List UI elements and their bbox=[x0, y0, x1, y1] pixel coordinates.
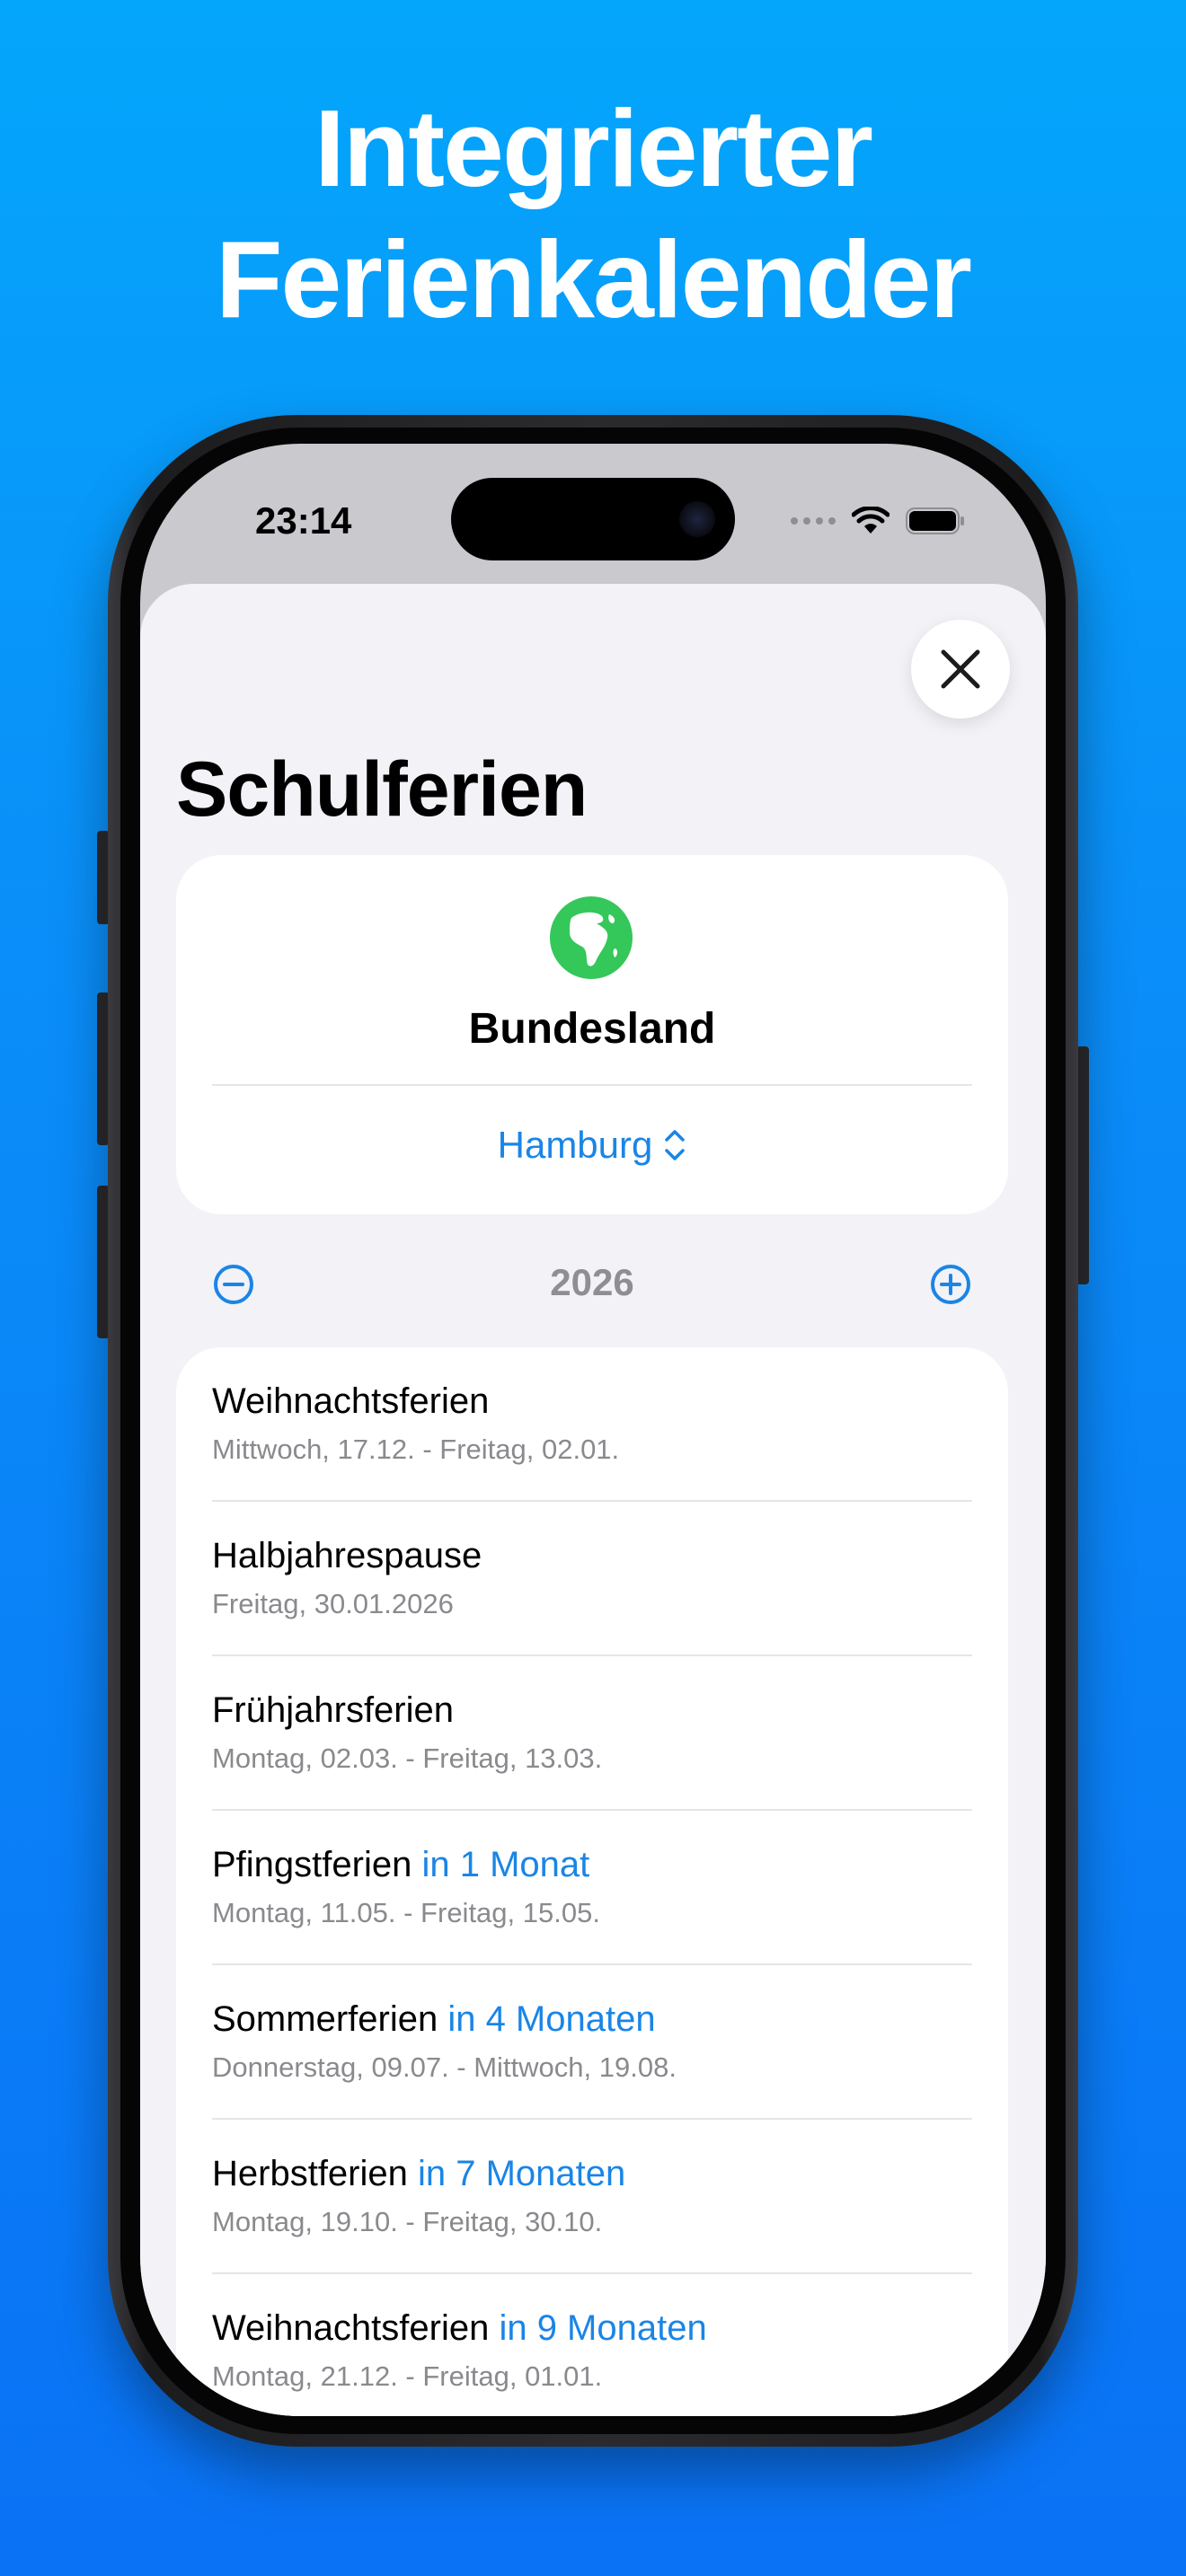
holiday-row[interactable]: Pfingstferien in 1 Monat Montag, 11.05. … bbox=[212, 1811, 972, 1965]
holiday-name: Sommerferien bbox=[212, 1999, 438, 2039]
power-button bbox=[1076, 1046, 1089, 1284]
holiday-dates: Donnerstag, 09.07. - Mittwoch, 19.08. bbox=[212, 2051, 677, 2083]
state-picker-value: Hamburg bbox=[497, 1124, 653, 1166]
headline: Integrierter Ferienkalender bbox=[0, 83, 1186, 345]
holiday-sheet: Schulferien Bundesland Hamburg 2026 Weih… bbox=[140, 584, 1046, 2416]
cellular-dots-icon bbox=[791, 517, 836, 525]
state-label: Bundesland bbox=[468, 1005, 716, 1053]
year-label: 2026 bbox=[550, 1261, 634, 1303]
phone-screen: 23:14 Schulferien Bundesland Hamburg 202… bbox=[140, 444, 1046, 2416]
holiday-dates: Mittwoch, 17.12. - Freitag, 02.01. bbox=[212, 1434, 620, 1465]
year-selector: 2026 bbox=[176, 1252, 1008, 1315]
globe-icon bbox=[550, 896, 633, 979]
holiday-row[interactable]: Halbjahrespause Freitag, 30.01.2026 bbox=[212, 1502, 972, 1656]
headline-line-2: Ferienkalender bbox=[216, 218, 972, 340]
holiday-row[interactable]: Herbstferien in 7 Monaten Montag, 19.10.… bbox=[212, 2120, 972, 2274]
holiday-row[interactable]: Weihnachtsferien in 9 Monaten Montag, 21… bbox=[212, 2274, 972, 2416]
holiday-dates: Montag, 19.10. - Freitag, 30.10. bbox=[212, 2206, 603, 2237]
holiday-relative: in 7 Monaten bbox=[418, 2154, 626, 2193]
state-card: Bundesland Hamburg bbox=[176, 855, 1008, 1214]
holiday-relative: in 4 Monaten bbox=[447, 1999, 656, 2039]
divider bbox=[212, 1084, 972, 1086]
headline-line-1: Integrierter bbox=[314, 87, 873, 209]
wifi-icon bbox=[852, 507, 890, 534]
holiday-row[interactable]: Sommerferien in 4 Monaten Donnerstag, 09… bbox=[212, 1965, 972, 2120]
chevron-up-down-icon bbox=[665, 1130, 686, 1160]
plus-circle-icon[interactable] bbox=[929, 1263, 972, 1306]
state-picker[interactable]: Hamburg bbox=[176, 1114, 1008, 1177]
front-camera-icon bbox=[679, 501, 715, 537]
holiday-relative: in 1 Monat bbox=[421, 1845, 590, 1884]
battery-icon bbox=[906, 507, 964, 534]
dynamic-island bbox=[451, 478, 735, 560]
holiday-list: Weihnachtsferien Mittwoch, 17.12. - Frei… bbox=[176, 1347, 1008, 2416]
holiday-dates: Montag, 02.03. - Freitag, 13.03. bbox=[212, 1742, 603, 1774]
holiday-row[interactable]: Weihnachtsferien Mittwoch, 17.12. - Frei… bbox=[212, 1347, 972, 1502]
holiday-name: Pfingstferien bbox=[212, 1845, 412, 1884]
close-button[interactable] bbox=[911, 620, 1010, 719]
holiday-name: Herbstferien bbox=[212, 2154, 408, 2193]
holiday-name: Halbjahrespause bbox=[212, 1536, 482, 1575]
holiday-relative: in 9 Monaten bbox=[499, 2308, 707, 2348]
status-icons bbox=[791, 505, 965, 537]
holiday-dates: Montag, 11.05. - Freitag, 15.05. bbox=[212, 1897, 600, 1928]
holiday-name: Weihnachtsferien bbox=[212, 1381, 490, 1421]
close-icon bbox=[941, 649, 980, 689]
holiday-dates: Freitag, 30.01.2026 bbox=[212, 1588, 454, 1619]
holiday-row[interactable]: Frühjahrsferien Montag, 02.03. - Freitag… bbox=[212, 1656, 972, 1811]
holiday-name: Frühjahrsferien bbox=[212, 1690, 455, 1730]
page-title: Schulferien bbox=[176, 746, 588, 833]
holiday-dates: Montag, 21.12. - Freitag, 01.01. bbox=[212, 2360, 603, 2392]
status-time: 23:14 bbox=[255, 499, 352, 542]
holiday-name: Weihnachtsferien bbox=[212, 2308, 490, 2348]
